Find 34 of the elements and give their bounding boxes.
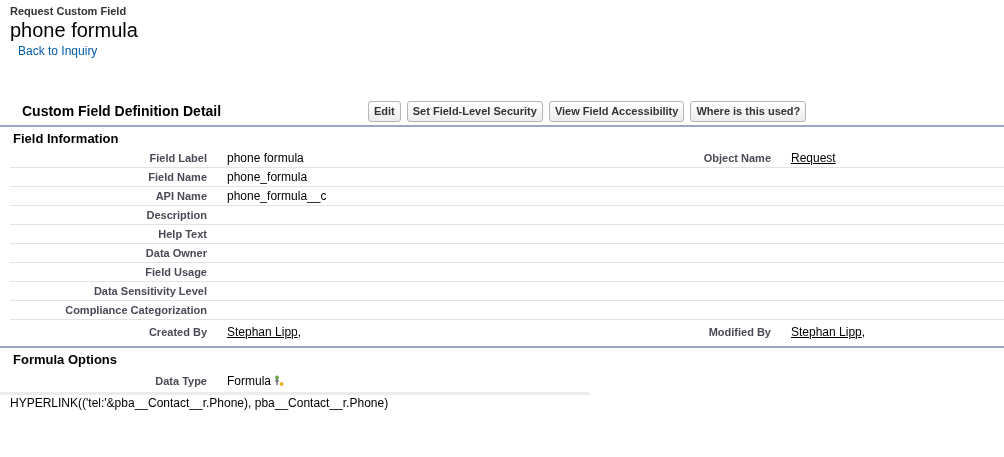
- field-label: Field Name: [147, 171, 207, 183]
- field-label: Data Type: [154, 375, 207, 387]
- field-label: Description: [145, 209, 207, 221]
- object-type-label: Request Custom Field: [10, 5, 127, 17]
- formula-icon: [274, 375, 284, 387]
- field-label: Compliance Categorization: [64, 304, 207, 316]
- action-button[interactable]: Edit: [368, 100, 401, 122]
- action-button[interactable]: View Field Accessibility: [548, 100, 685, 122]
- separator-text: ,: [861, 325, 866, 339]
- field-label: Created By: [147, 326, 207, 338]
- field-value: phone formula: [227, 151, 304, 165]
- object-link[interactable]: Request: [791, 151, 836, 165]
- section-header: Formula Options: [12, 351, 118, 369]
- field-label: Field Usage: [144, 266, 207, 278]
- field-label: Help Text: [157, 228, 207, 240]
- separator-text: ,: [297, 325, 302, 339]
- field-value: Formula: [227, 374, 271, 388]
- action-button[interactable]: Where is this used?: [690, 100, 807, 122]
- field-label: API Name: [154, 190, 207, 202]
- field-label: Modified By: [707, 326, 771, 338]
- user-link[interactable]: Stephan Lipp: [227, 325, 298, 339]
- field-label: Field Label: [148, 152, 207, 164]
- field-value: phone_formula__c: [227, 189, 327, 203]
- back-link[interactable]: Back to Inquiry: [18, 44, 98, 58]
- section-header: Field Information: [12, 130, 120, 148]
- section-title: Custom Field Definition Detail: [22, 103, 223, 119]
- action-button[interactable]: Set Field-Level Security: [406, 100, 543, 122]
- field-value: phone_formula: [227, 170, 308, 184]
- field-label: Object Name: [702, 152, 771, 164]
- field-label: Data Sensitivity Level: [92, 285, 207, 297]
- user-link[interactable]: Stephan Lipp: [791, 325, 862, 339]
- formula-text: HYPERLINK(('tel:'&pba__Contact__r.Phone), pba__Contact__r.Phone): [9, 395, 390, 410]
- page-title: phone formula: [10, 19, 139, 41]
- field-label: Data Owner: [144, 247, 207, 259]
